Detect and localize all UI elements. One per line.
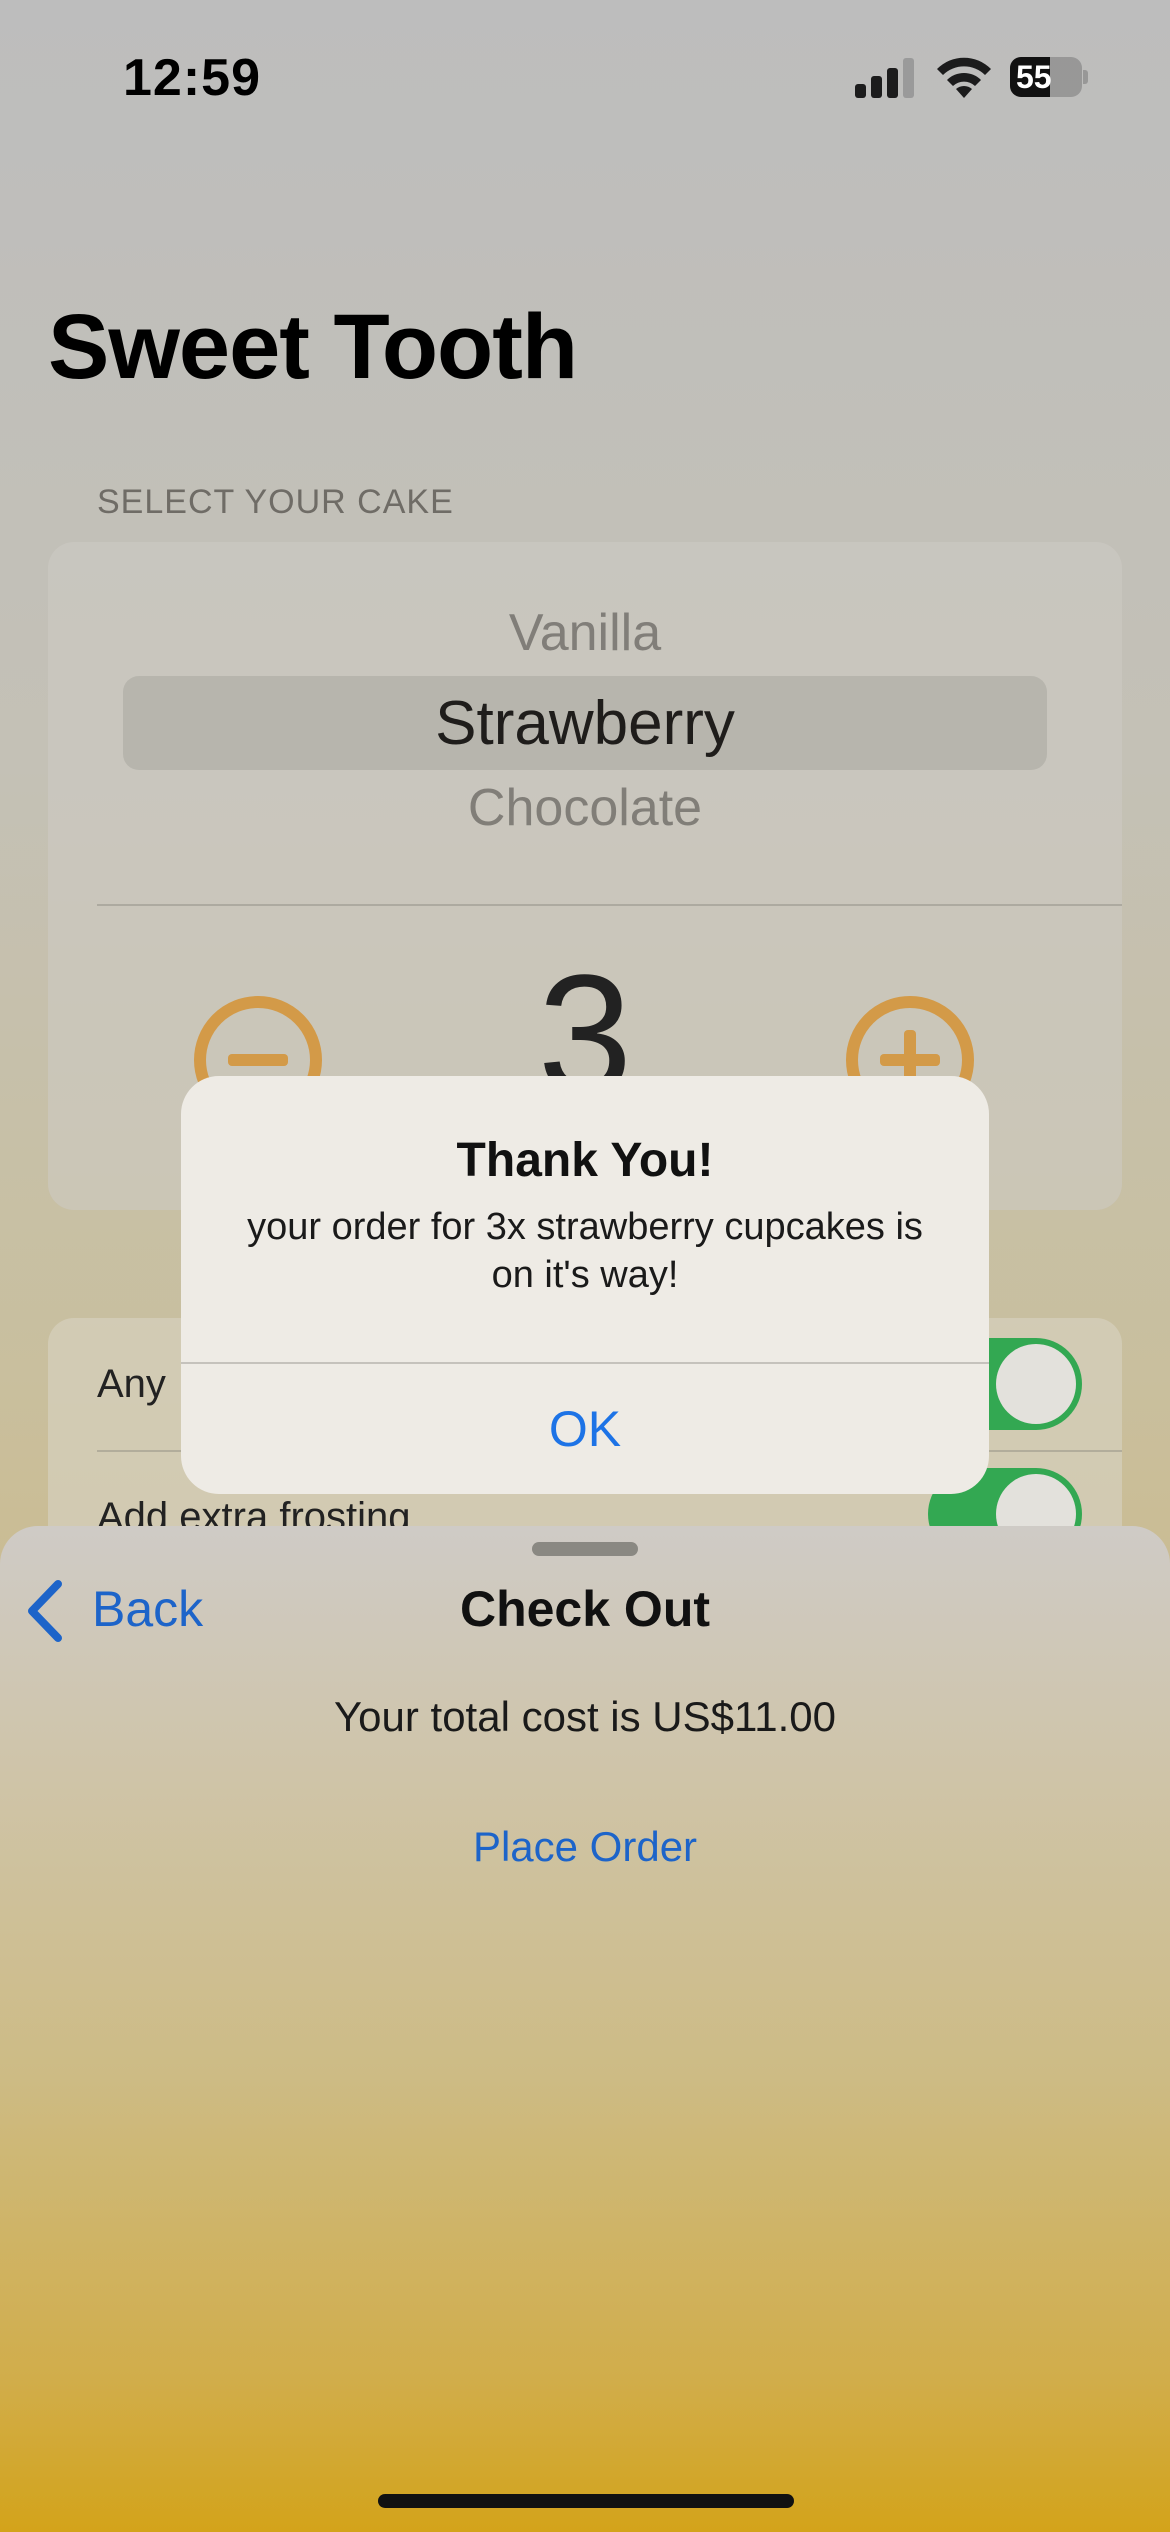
battery-icon: 55 (1010, 57, 1088, 97)
total-cost-text: Your total cost is US$11.00 (334, 1693, 836, 1740)
picker-option[interactable]: Vanilla (48, 603, 1122, 663)
picker-option-selected[interactable]: Strawberry (48, 688, 1122, 759)
option-label-any: Any (97, 1362, 166, 1406)
alert-title: Thank You! (456, 1134, 714, 1187)
section-label: SELECT YOUR CAKE (97, 483, 454, 521)
checkout-sheet (0, 1526, 1170, 2532)
picker-option[interactable]: Chocolate (48, 778, 1122, 838)
divider (97, 904, 1122, 906)
cellular-signal-icon (855, 58, 917, 98)
status-time: 12:59 (123, 49, 261, 107)
place-order-button[interactable]: Place Order (0, 1823, 1170, 1871)
home-indicator[interactable] (378, 2494, 794, 2508)
battery-level: 55 (1016, 59, 1052, 95)
wifi-icon (937, 57, 991, 98)
alert-ok-button[interactable]: OK (181, 1364, 989, 1494)
sheet-title: Check Out (459, 1581, 711, 1637)
sheet-grabber[interactable] (532, 1542, 638, 1556)
page-title: Sweet Tooth (48, 296, 578, 398)
alert-message: your order for 3x strawberry cupcakes is… (247, 1206, 923, 1296)
